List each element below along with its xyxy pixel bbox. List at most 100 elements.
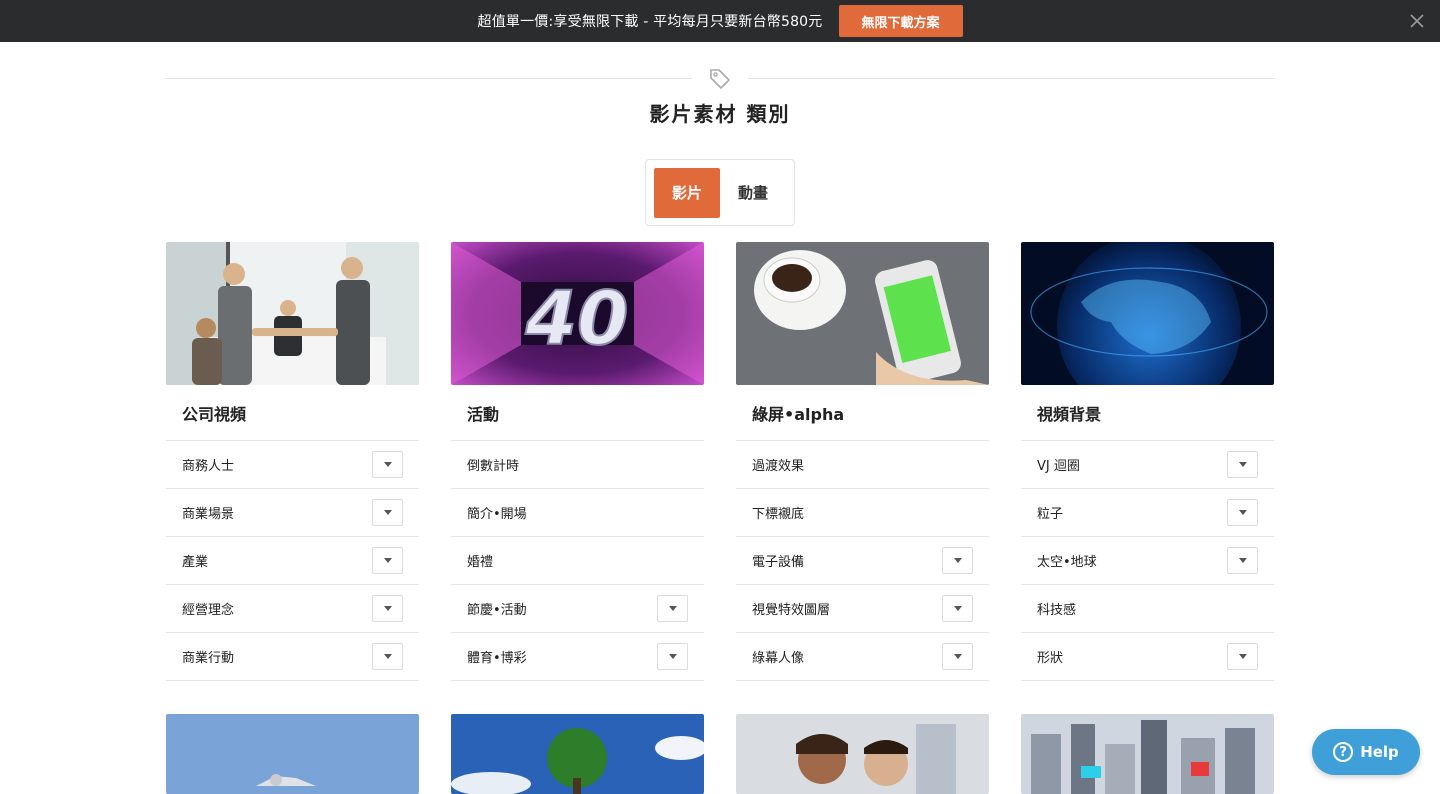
image-number-text: 40: [525, 276, 629, 362]
subcategory-label: 下標襯底: [752, 507, 805, 522]
list-item[interactable]: 形狀: [1021, 633, 1274, 681]
page-title: 影片素材 類別: [649, 102, 791, 126]
dropdown-button[interactable]: [1227, 643, 1258, 670]
subcategory-label: 經營理念: [182, 603, 235, 618]
tab-video[interactable]: 影片: [654, 167, 720, 218]
list-item[interactable]: 商務人士: [166, 441, 419, 489]
chevron-down-icon: [383, 654, 392, 659]
close-icon[interactable]: [1406, 10, 1428, 32]
dropdown-button[interactable]: [372, 643, 403, 670]
list-item[interactable]: 體育•博彩: [451, 633, 704, 681]
list-item[interactable]: 視覺特效圖層: [736, 585, 989, 633]
dropdown-button[interactable]: [942, 595, 973, 622]
subcategory-label: 商業行動: [182, 651, 235, 666]
media-type-tabs: 影片 動畫: [645, 159, 795, 226]
list-item[interactable]: 科技感: [1021, 585, 1274, 633]
category-card-backgrounds: 視頻背景 VJ 迴圈 粒子 太空•地球 科技感 形狀: [1021, 242, 1274, 681]
help-icon: ?: [1333, 742, 1354, 762]
dropdown-button[interactable]: [372, 547, 403, 574]
category-card-greenscreen: 綠屏•alpha 過渡效果 下標襯底 電子設備 視覺特效圖層 綠幕人像: [736, 242, 989, 681]
list-item[interactable]: 商業行動: [166, 633, 419, 681]
dropdown-button[interactable]: [372, 595, 403, 622]
list-item[interactable]: 太空•地球: [1021, 537, 1274, 585]
chevron-down-icon: [953, 558, 962, 563]
list-item[interactable]: 綠幕人像: [736, 633, 989, 681]
dropdown-button[interactable]: [372, 499, 403, 526]
chevron-down-icon: [1238, 462, 1247, 467]
category-title[interactable]: 公司視頻: [166, 385, 419, 441]
subcategory-label: VJ 迴圈: [1037, 459, 1080, 474]
subcategory-label: 視覺特效圖層: [752, 603, 831, 618]
chevron-down-icon: [383, 606, 392, 611]
subcategory-label: 簡介•開場: [467, 507, 527, 522]
dropdown-button[interactable]: [1227, 499, 1258, 526]
subcategory-label: 婚禮: [467, 555, 494, 570]
chevron-down-icon: [1238, 654, 1247, 659]
category-thumbnail[interactable]: [1021, 714, 1274, 794]
chevron-down-icon: [383, 510, 392, 515]
category-card-events: 40 活動 倒數計時 簡介•開場 婚禮 節慶•活動 體育•博彩: [451, 242, 704, 681]
subcategory-label: 綠幕人像: [752, 651, 805, 666]
subcategory-label: 形狀: [1037, 651, 1064, 666]
category-card-corporate: 公司視頻 商務人士 商業場景 產業 經營理念 商業行動: [166, 242, 419, 681]
subcategory-label: 商務人士: [182, 459, 235, 474]
subcategory-label: 產業: [182, 555, 209, 570]
list-item[interactable]: VJ 迴圈: [1021, 441, 1274, 489]
category-thumbnail[interactable]: [1021, 242, 1274, 385]
chevron-down-icon: [1238, 510, 1247, 515]
list-item[interactable]: 倒數計時: [451, 441, 704, 489]
subcategory-label: 商業場景: [182, 507, 235, 522]
category-thumbnail[interactable]: 40: [451, 242, 704, 385]
chevron-down-icon: [953, 654, 962, 659]
list-item[interactable]: 節慶•活動: [451, 585, 704, 633]
category-thumbnail[interactable]: [736, 242, 989, 385]
dropdown-button[interactable]: [657, 643, 688, 670]
tab-animation[interactable]: 動畫: [720, 168, 786, 218]
help-label: Help: [1360, 743, 1399, 761]
promo-bar: 超值單一價:享受無限下載 - 平均每月只要新台幣580元 無限下載方案: [0, 0, 1440, 42]
list-item[interactable]: 過渡效果: [736, 441, 989, 489]
subcategory-label: 太空•地球: [1037, 555, 1097, 570]
chevron-down-icon: [1238, 558, 1247, 563]
category-thumbnail[interactable]: [736, 714, 989, 794]
dropdown-button[interactable]: [942, 643, 973, 670]
tag-icon: [707, 66, 733, 92]
list-item[interactable]: 電子設備: [736, 537, 989, 585]
help-button[interactable]: ? Help: [1312, 729, 1420, 775]
subcategory-label: 倒數計時: [467, 459, 520, 474]
dropdown-button[interactable]: [942, 547, 973, 574]
list-item[interactable]: 經營理念: [166, 585, 419, 633]
section-divider: [166, 64, 1274, 94]
dropdown-button[interactable]: [657, 595, 688, 622]
divider-line: [166, 78, 692, 79]
list-item[interactable]: 婚禮: [451, 537, 704, 585]
chevron-down-icon: [668, 606, 677, 611]
list-item[interactable]: 簡介•開場: [451, 489, 704, 537]
list-item[interactable]: 粒子: [1021, 489, 1274, 537]
category-title[interactable]: 綠屏•alpha: [736, 385, 989, 441]
category-thumbnail[interactable]: [166, 714, 419, 794]
chevron-down-icon: [383, 558, 392, 563]
chevron-down-icon: [668, 654, 677, 659]
subcategory-label: 電子設備: [752, 555, 805, 570]
subcategory-label: 科技感: [1037, 603, 1077, 618]
subcategory-label: 粒子: [1037, 507, 1064, 522]
chevron-down-icon: [953, 606, 962, 611]
divider-line: [748, 78, 1274, 79]
chevron-down-icon: [383, 462, 392, 467]
category-thumbnail[interactable]: [166, 242, 419, 385]
subcategory-label: 體育•博彩: [467, 651, 527, 666]
dropdown-button[interactable]: [1227, 451, 1258, 478]
category-title[interactable]: 活動: [451, 385, 704, 441]
dropdown-button[interactable]: [1227, 547, 1258, 574]
list-item[interactable]: 下標襯底: [736, 489, 989, 537]
subcategory-label: 過渡效果: [752, 459, 805, 474]
subcategory-label: 節慶•活動: [467, 603, 527, 618]
category-title[interactable]: 視頻背景: [1021, 385, 1274, 441]
dropdown-button[interactable]: [372, 451, 403, 478]
unlimited-plan-button[interactable]: 無限下載方案: [838, 5, 963, 37]
list-item[interactable]: 產業: [166, 537, 419, 585]
list-item[interactable]: 商業場景: [166, 489, 419, 537]
promo-text: 超值單一價:享受無限下載 - 平均每月只要新台幣580元: [477, 14, 823, 30]
category-thumbnail[interactable]: [451, 714, 704, 794]
